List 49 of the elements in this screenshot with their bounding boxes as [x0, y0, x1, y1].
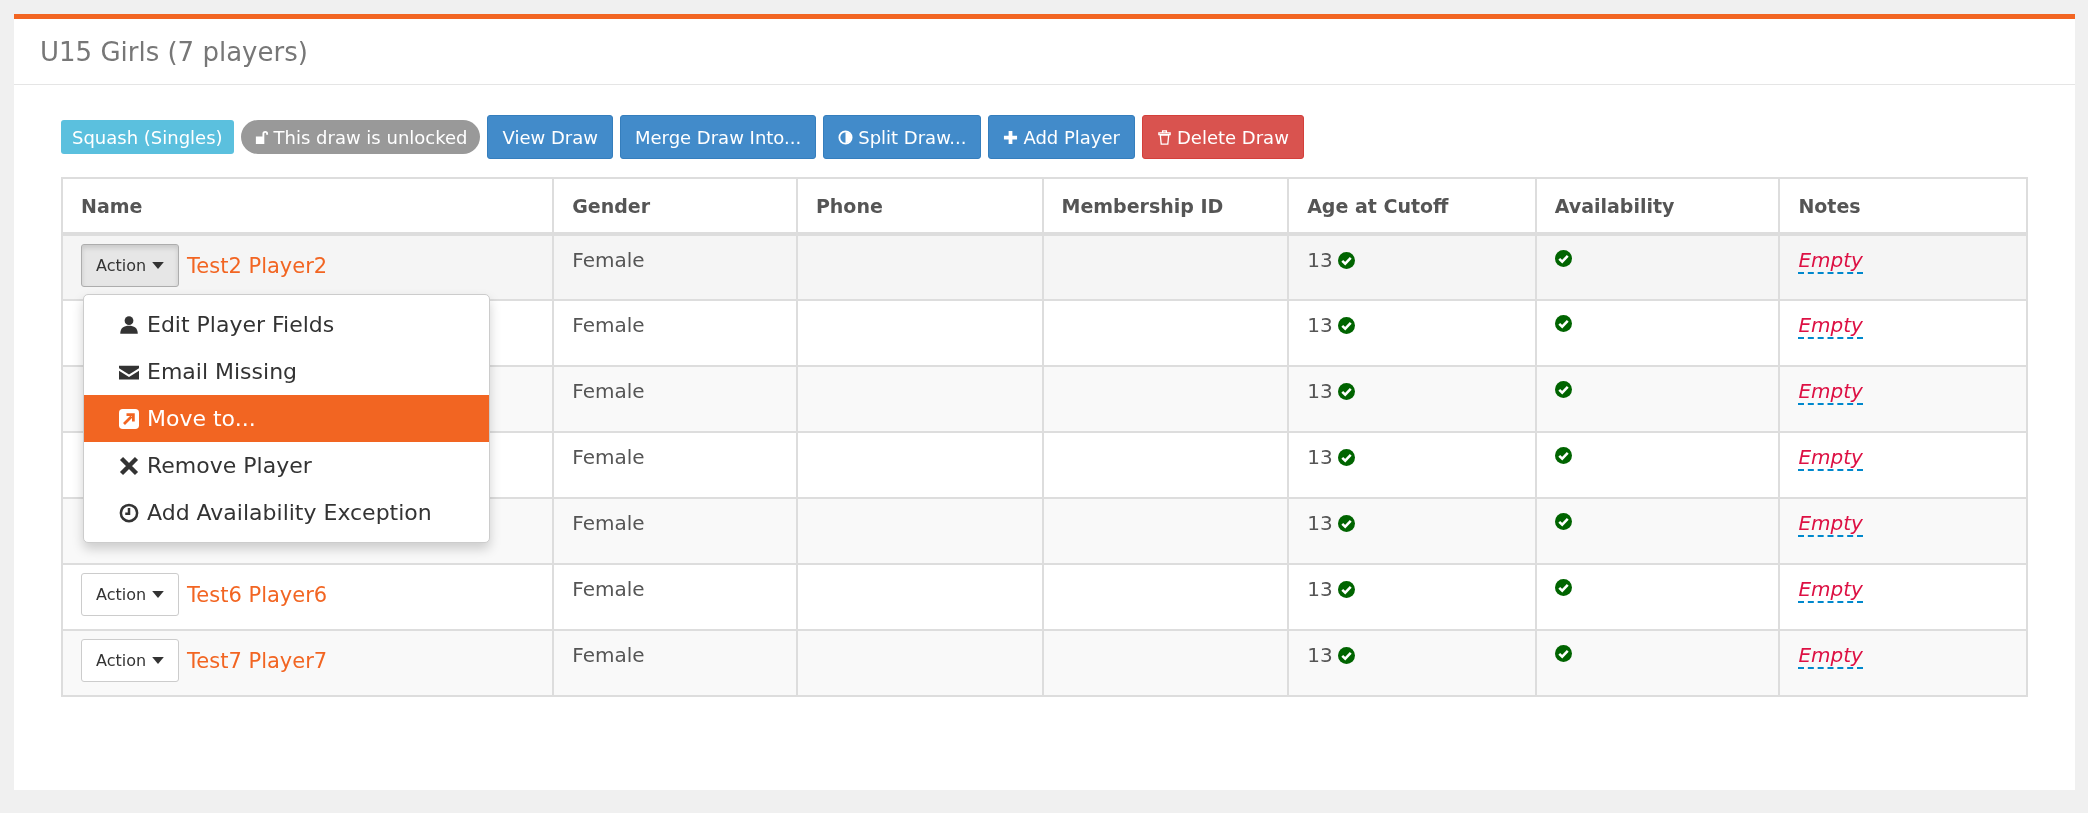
- close-icon: [119, 455, 139, 476]
- user-icon: [119, 314, 139, 335]
- gender-text: Female: [572, 313, 645, 337]
- notes-edit-link[interactable]: Empty: [1798, 643, 1863, 669]
- age-text: 13: [1307, 643, 1333, 667]
- toolbar-button[interactable]: Delete Draw: [1142, 115, 1304, 159]
- gender-text: Female: [572, 643, 645, 667]
- age-text: 13: [1307, 511, 1333, 535]
- notes-edit-link[interactable]: Empty: [1798, 379, 1863, 405]
- action-dropdown-button[interactable]: Action: [81, 639, 180, 682]
- menu-item[interactable]: Move to...: [84, 395, 489, 442]
- half-circle-icon: [838, 129, 854, 145]
- toolbar-button[interactable]: Add Player: [988, 115, 1135, 159]
- toolbar-button[interactable]: View Draw: [487, 115, 613, 159]
- menu-item[interactable]: Email Missing: [84, 348, 489, 395]
- gender-text: Female: [572, 379, 645, 403]
- plus-icon: [1003, 129, 1019, 145]
- toolbar-button[interactable]: Merge Draw Into...: [619, 115, 817, 159]
- age-text: 13: [1307, 445, 1333, 469]
- action-dropdown-button[interactable]: Action: [81, 244, 180, 287]
- sport-label: Squash (Singles): [61, 120, 234, 154]
- action-dropdown-button[interactable]: Action: [81, 573, 180, 616]
- arrow-box-icon: [119, 408, 139, 429]
- unlock-icon: [253, 129, 269, 145]
- player-name-link[interactable]: Test6 Player6: [187, 582, 328, 607]
- clock-icon: [119, 502, 139, 523]
- lock-status-label: This draw is unlocked: [240, 120, 481, 154]
- gender-text: Female: [572, 511, 645, 535]
- notes-edit-link[interactable]: Empty: [1798, 577, 1863, 603]
- notes-edit-link[interactable]: Empty: [1798, 313, 1863, 339]
- caret-icon: [152, 591, 165, 598]
- notes-edit-link[interactable]: Empty: [1798, 248, 1863, 274]
- gender-text: Female: [572, 577, 645, 601]
- player-name-link[interactable]: Test2 Player2: [187, 253, 328, 278]
- trash-icon: [1157, 129, 1172, 145]
- age-text: 13: [1307, 313, 1333, 337]
- notes-edit-link[interactable]: Empty: [1798, 445, 1863, 471]
- age-text: 13: [1307, 577, 1333, 601]
- age-text: 13: [1307, 248, 1333, 272]
- toolbar-button[interactable]: Split Draw...: [823, 115, 982, 159]
- caret-icon: [152, 657, 165, 664]
- gender-text: Female: [572, 445, 645, 469]
- notes-edit-link[interactable]: Empty: [1798, 511, 1863, 537]
- gender-text: Female: [572, 248, 645, 272]
- player-name-link[interactable]: Test7 Player7: [187, 648, 328, 673]
- panel-title: U15 Girls (7 players): [40, 36, 308, 67]
- age-text: 13: [1307, 379, 1333, 403]
- caret-icon: [152, 262, 165, 269]
- menu-item[interactable]: Add Availability Exception: [84, 489, 489, 536]
